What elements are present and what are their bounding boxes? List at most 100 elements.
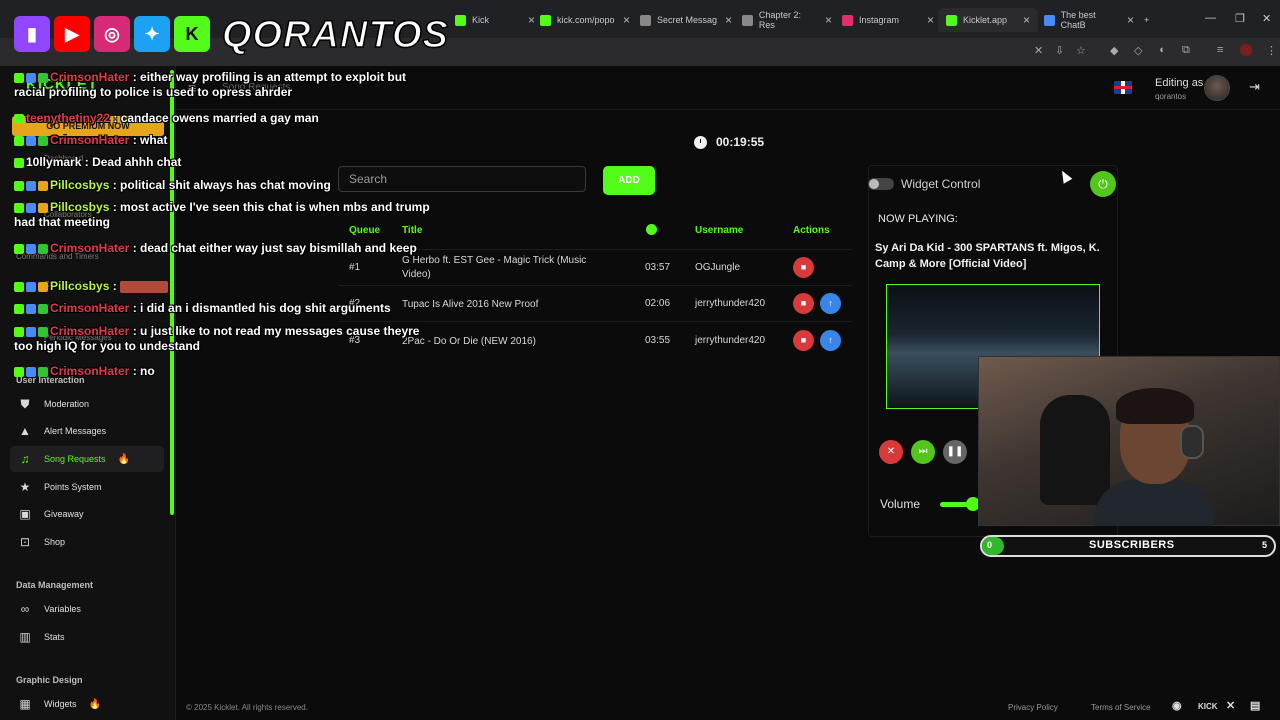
sidebar-scrollbar[interactable] [170, 70, 174, 515]
minimize-icon[interactable]: — [1205, 12, 1216, 24]
chat-badges [14, 133, 50, 148]
close-window-icon[interactable]: ✕ [1262, 12, 1271, 25]
sidebar-item-giveaway[interactable]: ▣ Giveaway [10, 501, 164, 527]
new-tab-icon[interactable]: + [1144, 8, 1156, 32]
browser-tab[interactable]: Instagram × [842, 8, 934, 32]
copyright-text: © 2025 Kicklet. All rights reserved. [186, 703, 308, 712]
chat-message: CrimsonHater : either way profiling is a… [14, 70, 434, 100]
song-duration: 03:57 [645, 262, 671, 273]
chat-badges [14, 155, 26, 170]
sidebar-item-stats[interactable]: ▥ Stats [10, 624, 164, 650]
volume-label: Volume [880, 497, 921, 511]
chat-text: : i did an i dismantled his dog shit arg… [132, 301, 391, 315]
stream-banner: ▮ ▶ ◎ ✦ K QORANTOS [10, 8, 449, 64]
puzzle-icon[interactable]: ⧉ [1182, 44, 1190, 57]
editing-as-label: Editing as [1155, 77, 1204, 89]
document-icon[interactable]: ▤ [1250, 699, 1260, 712]
browser-tab-active[interactable]: Kicklet.app × [938, 8, 1038, 32]
music-icon: ♫ [20, 452, 30, 466]
x-twitter-icon[interactable]: ✕ [1226, 699, 1235, 712]
song-requester: jerrythunder420 [695, 335, 766, 346]
kick-favicon-icon [540, 14, 551, 26]
avatar[interactable] [1204, 75, 1230, 101]
chat-text: : what [132, 133, 168, 147]
chat-text: : no [132, 364, 155, 378]
extension-icon[interactable]: ◖ [1158, 44, 1165, 56]
sidebar-section-graphic-design: Graphic Design [16, 675, 83, 685]
move-up-button[interactable]: ↑ [820, 330, 841, 351]
twitter-logo-icon: ✦ [134, 16, 170, 52]
restore-icon[interactable]: ❐ [1235, 12, 1245, 25]
privacy-policy-link[interactable]: Privacy Policy [1008, 703, 1058, 712]
extension-icon[interactable]: ◇ [1134, 44, 1142, 57]
chat-badges [14, 364, 50, 379]
terms-of-service-link[interactable]: Terms of Service [1091, 703, 1151, 712]
browser-tab[interactable]: kick.com/popo × [540, 8, 630, 32]
queue-position: #1 [349, 262, 361, 273]
close-tab-icon[interactable]: × [825, 13, 832, 27]
move-up-button[interactable]: ↑ [820, 293, 841, 314]
close-tab-icon[interactable]: × [927, 13, 934, 27]
chat-message: Pillcosbys : most active I've seen this … [14, 200, 434, 230]
discord-icon[interactable]: ◉ [1172, 699, 1182, 712]
widget-control-toggle[interactable] [868, 178, 894, 190]
chat-favicon-icon [1044, 14, 1055, 26]
globe-favicon-icon [640, 14, 651, 26]
download-icon[interactable]: ⇩ [1055, 44, 1064, 57]
browser-tab[interactable]: Kick × [455, 8, 535, 32]
chat-badges [14, 200, 50, 215]
extension-icon[interactable]: ◆ [1110, 44, 1118, 57]
delete-song-button[interactable]: ■ [793, 330, 814, 351]
delete-song-button[interactable]: ■ [793, 293, 814, 314]
now-playing-label: NOW PLAYING: [878, 213, 958, 225]
sidebar-item-shop[interactable]: ⊡ Shop [10, 529, 164, 555]
close-tab-icon[interactable]: × [623, 13, 630, 27]
logout-icon[interactable]: ⇥ [1249, 79, 1260, 95]
close-tab-icon[interactable]: × [1127, 13, 1134, 27]
chat-username: CrimsonHater [50, 324, 130, 338]
close-tab-icon[interactable]: × [725, 13, 732, 27]
skip-button[interactable]: ⏭ [911, 440, 935, 464]
chat-badges [14, 241, 50, 256]
twitch-logo-icon: ▮ [14, 16, 50, 52]
chat-message: 10llymark : Dead ahhh chat [14, 155, 181, 170]
subscriber-label: SUBSCRIBERS [1089, 539, 1175, 551]
browser-tab[interactable]: The best ChatB × [1044, 8, 1134, 32]
uk-flag-icon[interactable] [1114, 81, 1132, 94]
chat-badges [14, 70, 50, 85]
more-menu-icon[interactable]: ⋮ [1266, 44, 1277, 57]
browser-tab[interactable]: Secret Messag × [640, 8, 732, 32]
profile-icon[interactable] [1240, 44, 1252, 56]
sidebar-item-song-requests[interactable]: ♫ Song Requests 🔥 [10, 446, 164, 472]
chat-username: CrimsonHater [50, 241, 130, 255]
power-button[interactable]: ⏻ [1090, 171, 1116, 197]
sidebar-item-moderation[interactable]: ⛊ Moderation [10, 391, 164, 417]
close-tab-icon[interactable]: × [1023, 13, 1030, 27]
clock-icon [694, 135, 707, 149]
link-icon: ∞ [20, 602, 30, 616]
screen: Kick × kick.com/popo × Secret Messag × Chap… [0, 0, 1280, 720]
search-input[interactable] [338, 166, 586, 192]
youtube-logo-icon: ▶ [54, 16, 90, 52]
sidebar-item-alert-messages[interactable]: ▲ Alert Messages [10, 418, 164, 444]
pause-button[interactable]: ❚❚ [943, 440, 967, 464]
bookmark-star-icon[interactable]: ☆ [1076, 44, 1086, 57]
add-song-button[interactable]: ADD [603, 166, 655, 195]
sidebar-item-widgets[interactable]: ▦ Widgets 🔥 [10, 691, 164, 717]
kick-icon[interactable]: KICK [1198, 702, 1218, 711]
song-duration: 03:55 [645, 335, 671, 346]
close-tab-icon[interactable]: × [528, 13, 535, 27]
reading-list-icon[interactable]: ≡ [1217, 44, 1223, 56]
stop-button[interactable]: ✕ [879, 440, 903, 464]
sidebar-item-points-system[interactable]: ★ Points System [10, 474, 164, 500]
widgets-icon: ▦ [19, 697, 31, 711]
mute-icon[interactable]: ✕ [1034, 44, 1043, 57]
editing-username: qorantos [1155, 92, 1187, 101]
delete-song-button[interactable]: ■ [793, 257, 814, 278]
chat-badges [14, 178, 50, 193]
browser-tab[interactable]: Chapter 2: Res × [742, 8, 832, 32]
song-duration: 02:06 [645, 298, 671, 309]
chat-text: : Dead ahhh chat [84, 155, 182, 169]
sidebar-item-variables[interactable]: ∞ Variables [10, 596, 164, 622]
chat-badges [14, 111, 26, 126]
